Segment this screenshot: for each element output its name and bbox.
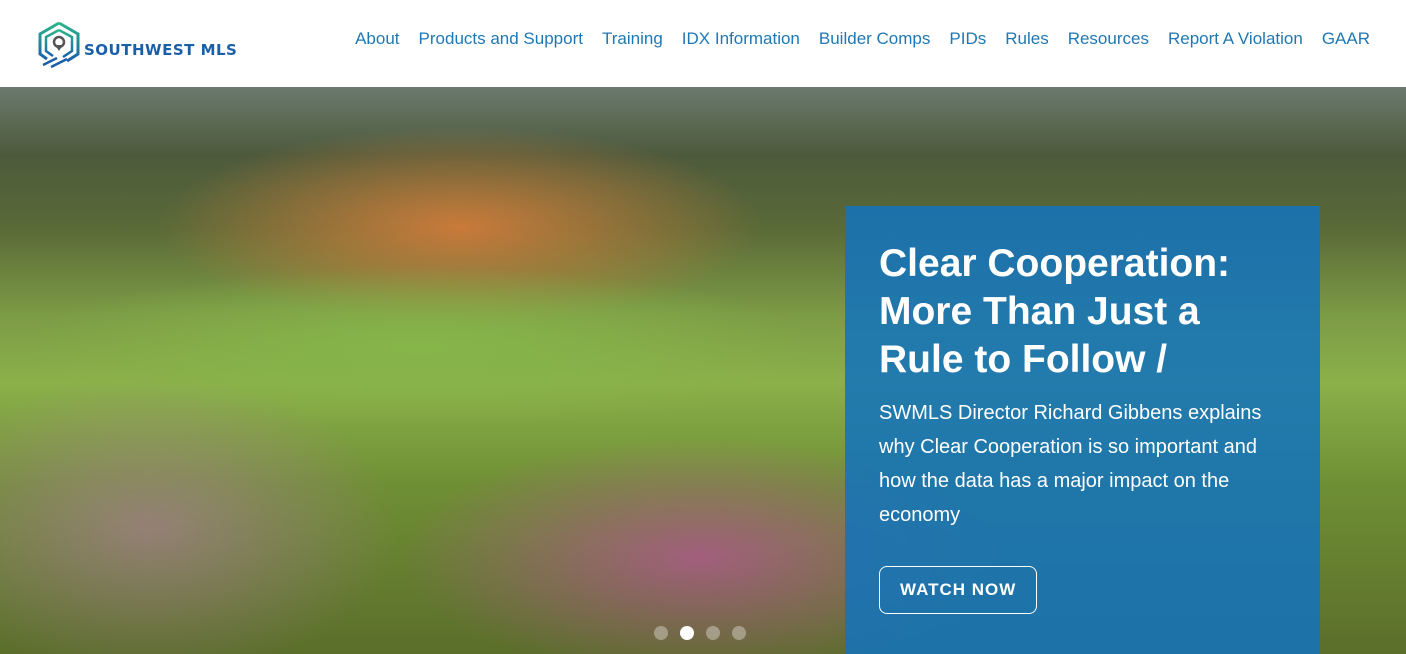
nav-products-and-support[interactable]: Products and Support: [419, 29, 583, 49]
nav-report-a-violation[interactable]: Report A Violation: [1168, 29, 1303, 49]
nav-idx-information[interactable]: IDX Information: [682, 29, 800, 49]
carousel-dot-2[interactable]: [680, 626, 694, 640]
watch-now-button[interactable]: WATCH NOW: [879, 566, 1038, 614]
carousel-dot-3[interactable]: [706, 626, 720, 640]
nav-about[interactable]: About: [355, 29, 399, 49]
hero-panel: Clear Cooperation: More Than Just a Rule…: [845, 206, 1320, 654]
nav-builder-comps[interactable]: Builder Comps: [819, 29, 931, 49]
site-header: SOUTHWEST MLS About Products and Support…: [0, 0, 1406, 87]
carousel-dots: [654, 626, 746, 640]
carousel-dot-4[interactable]: [732, 626, 746, 640]
nav-gaar[interactable]: GAAR: [1322, 29, 1370, 49]
nav-training[interactable]: Training: [602, 29, 663, 49]
nav-rules[interactable]: Rules: [1005, 29, 1048, 49]
logo-icon: [38, 21, 80, 69]
nav-pids[interactable]: PIDs: [949, 29, 986, 49]
hero-description: SWMLS Director Richard Gibbens explains …: [879, 402, 1262, 526]
main-nav: About Products and Support Training IDX …: [355, 29, 1370, 49]
hero-title: Clear Cooperation: More Than Just a Rule…: [879, 242, 1231, 381]
carousel-dot-1[interactable]: [654, 626, 668, 640]
logo[interactable]: SOUTHWEST MLS: [37, 21, 237, 69]
logo-text: SOUTHWEST MLS: [84, 41, 238, 59]
nav-resources[interactable]: Resources: [1068, 29, 1149, 49]
hero-carousel: Clear Cooperation: More Than Just a Rule…: [0, 87, 1406, 654]
